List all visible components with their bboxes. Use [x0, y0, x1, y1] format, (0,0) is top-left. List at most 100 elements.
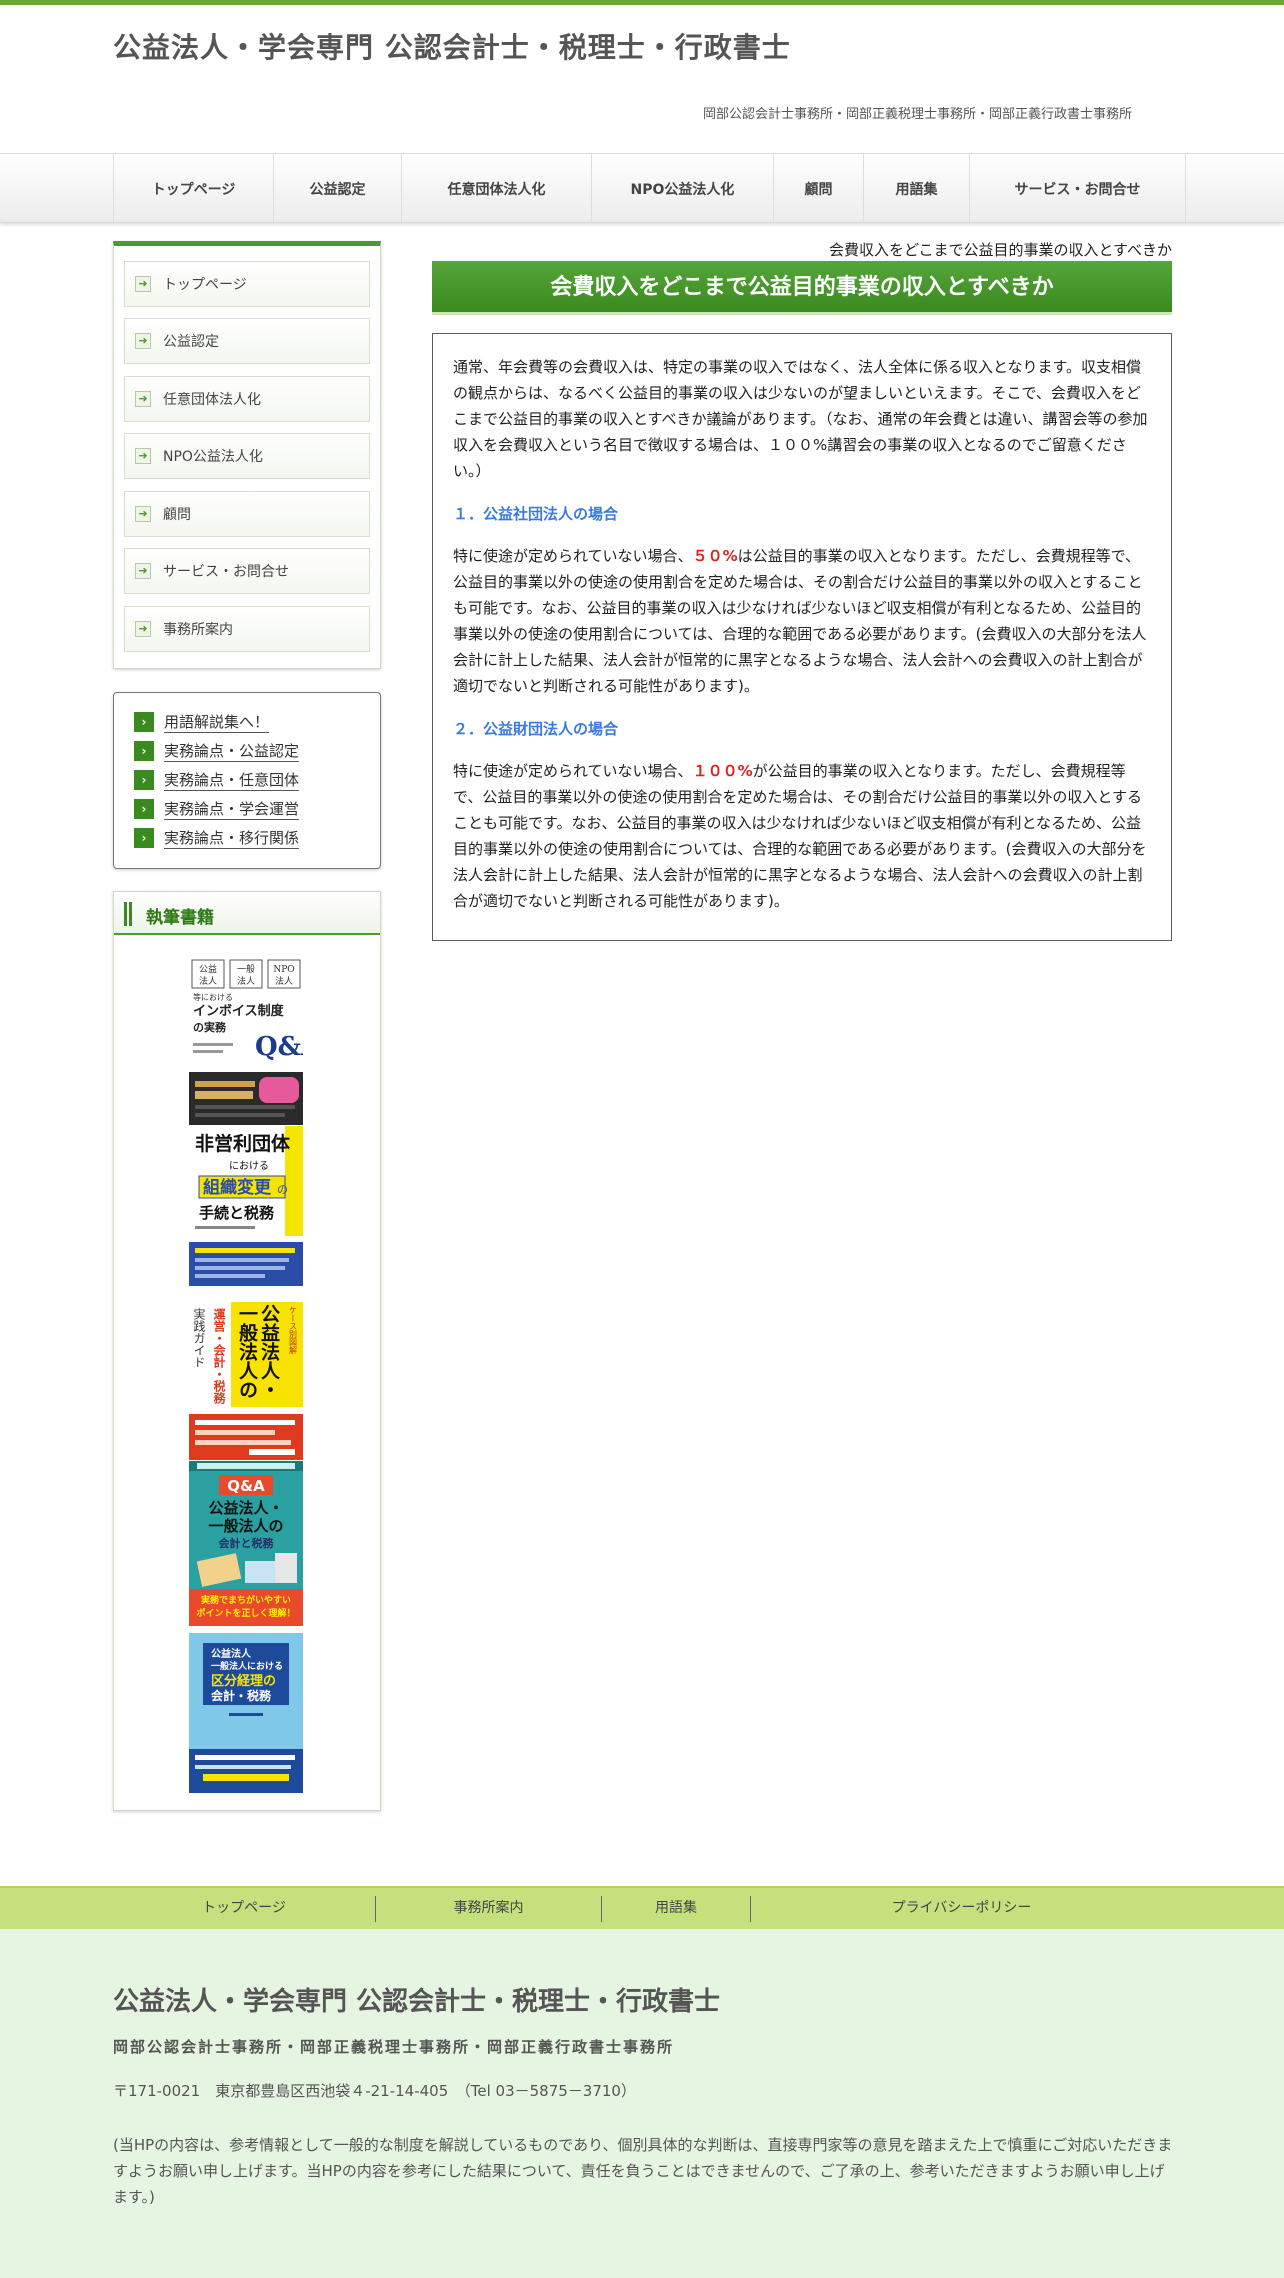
side-link-label: 実務論点・公益認定	[164, 742, 300, 762]
side-link-label: 実務論点・移行関係	[164, 829, 300, 849]
chevron-right-icon: ›	[134, 828, 154, 848]
svg-text:会計と税務: 会計と税務	[219, 1536, 275, 1550]
section-text: 特に使途が定められていない場合、	[453, 762, 693, 780]
percent-highlight: ５０%	[692, 547, 738, 565]
svg-text:運営・会計・税務: 運営・会計・税務	[212, 1308, 226, 1405]
chevron-right-icon: ›	[134, 741, 154, 761]
side-link-nini-dantai[interactable]: › 実務論点・任意団体	[134, 769, 300, 791]
side-link-koueki-nintei[interactable]: › 実務論点・公益認定	[134, 740, 300, 762]
side-link-label: 実務論点・任意団体	[164, 771, 300, 791]
side-menu-label: トップページ	[163, 277, 247, 293]
breadcrumb: 会費収入をどこまで公益目的事業の収入とすべきか	[828, 241, 1172, 259]
svg-text:Q&A: Q&A	[255, 1032, 303, 1062]
svg-text:公益法人・: 公益法人・	[258, 1304, 280, 1399]
svg-text:会計・税務: 会計・税務	[211, 1688, 272, 1703]
arrow-right-icon: ➜	[135, 276, 151, 292]
gnav-item-top[interactable]: トップページ	[114, 154, 274, 224]
side-menu-item-top[interactable]: ➜ トップページ	[124, 261, 370, 307]
side-link-label: 用語解説集へ！	[164, 713, 270, 733]
side-menu-item-nini-dantai[interactable]: ➜ 任意団体法人化	[124, 376, 370, 422]
svg-text:一般: 一般	[237, 963, 255, 975]
svg-text:ポイントを正しく理解！: ポイントを正しく理解！	[196, 1607, 295, 1619]
books-heading: 執筆書籍	[146, 908, 214, 928]
article-intro: 通常、年会費等の会費収入は、特定の事業の収入ではなく、法人全体に係る収入となりま…	[453, 358, 1148, 480]
gnav-item-npo[interactable]: NPO公益法人化	[592, 154, 774, 224]
side-link-list: › 用語解説集へ！ › 実務論点・公益認定 › 実務論点・任意団体 › 実務論点・学会運…	[113, 692, 381, 869]
svg-text:一般法人の: 一般法人の	[236, 1304, 258, 1399]
book-cover-soshiki-henkou[interactable]: 非営利団体 における 組織変更 の 手続と税務	[189, 1126, 303, 1286]
books-panel-header: 執筆書籍	[114, 892, 380, 935]
book-cover-kubun-keiri[interactable]: 公益法人 一般法人における 区分経理の 会計・税務	[189, 1633, 303, 1793]
footer-nav-top[interactable]: トップページ	[113, 1888, 375, 1929]
footer-title: 公益法人・学会専門 公認会計士・税理士・行政書士	[113, 1987, 721, 2017]
side-menu-item-office[interactable]: ➜ 事務所案内	[124, 606, 370, 652]
svg-text:組織変更: 組織変更	[203, 1177, 272, 1198]
heading-bar-icon	[124, 902, 132, 926]
gnav-item-yougoshu[interactable]: 用語集	[864, 154, 970, 224]
svg-text:インボイス制度: インボイス制度	[193, 1003, 285, 1019]
gnav-item-service[interactable]: サービス・お問合せ	[970, 154, 1186, 224]
svg-text:における: における	[229, 1160, 269, 1172]
svg-text:公益法人: 公益法人	[211, 1647, 252, 1660]
percent-highlight: １００%	[692, 762, 753, 780]
side-menu-item-koueki-nintei[interactable]: ➜ 公益認定	[124, 318, 370, 364]
svg-text:等における: 等における	[193, 992, 233, 1002]
svg-text:一般法人における: 一般法人における	[211, 1660, 283, 1672]
book-cover-unei-kaikei[interactable]: ケース別図解 公益法人・ 一般法人の 運営・会計・税務 実践ガイド	[189, 1302, 303, 1460]
book-cover-invoice[interactable]: 公益 法人 一般 法人 NPO 法人 等における インボイス制度 の実務 Q&A	[189, 957, 303, 1125]
footer-nav-office[interactable]: 事務所案内	[376, 1888, 601, 1929]
arrow-right-icon: ➜	[135, 333, 151, 349]
site-title[interactable]: 公益法人・学会専門 公認会計士・税理士・行政書士	[113, 26, 791, 66]
section-heading-zaidan: ２．公益財団法人の場合	[453, 720, 619, 738]
side-link-label: 実務論点・学会運営	[164, 800, 300, 820]
svg-text:非営利団体: 非営利団体	[195, 1132, 291, 1155]
side-menu-item-service[interactable]: ➜ サービス・お問合せ	[124, 548, 370, 594]
side-menu-label: 事務所案内	[163, 622, 233, 638]
side-menu-item-komon[interactable]: ➜ 顧問	[124, 491, 370, 537]
site-subtitle: 岡部公認会計士事務所・岡部正義税理士事務所・岡部正義行政書士事務所	[702, 107, 1132, 122]
svg-text:公益法人・: 公益法人・	[208, 1499, 283, 1517]
side-menu: ➜ トップページ ➜ 公益認定 ➜ 任意団体法人化 ➜ NPO公益法人化 ➜ 顧問 ➜ サー…	[113, 241, 381, 669]
side-menu-item-npo[interactable]: ➜ NPO公益法人化	[124, 433, 370, 479]
svg-text:公益: 公益	[199, 963, 217, 975]
side-menu-label: NPO公益法人化	[163, 449, 263, 465]
gnav-item-komon[interactable]: 顧問	[774, 154, 864, 224]
gnav-item-koueki-nintei[interactable]: 公益認定	[274, 154, 402, 224]
svg-text:ケース別図解: ケース別図解	[289, 1306, 298, 1355]
section-body-shadan: 特に使途が定められていない場合、５０%は公益目的事業の収入となります。ただし、会…	[453, 543, 1151, 699]
page-title: 会費収入をどこまで公益目的事業の収入とすべきか	[432, 261, 1172, 315]
arrow-right-icon: ➜	[135, 391, 151, 407]
svg-text:の: の	[277, 1183, 288, 1196]
side-menu-label: サービス・お問合せ	[163, 564, 289, 580]
section-heading-shadan: １．公益社団法人の場合	[453, 505, 619, 523]
svg-text:実践ガイド: 実践ガイド	[192, 1307, 206, 1368]
section-text: が公益目的事業の収入となります。ただし、会費規程等で、公益目的事業以外の使途の使…	[453, 762, 1147, 910]
arrow-right-icon: ➜	[135, 506, 151, 522]
footer-office-names: 岡部公認会計士事務所・岡部正義税理士事務所・岡部正義行政書士事務所	[113, 2038, 675, 2056]
footer-nav-privacy[interactable]: プライバシーポリシー	[751, 1888, 1172, 1929]
top-accent-bar	[0, 0, 1284, 5]
section-text: 特に使途が定められていない場合、	[453, 547, 693, 565]
side-menu-label: 任意団体法人化	[163, 392, 261, 408]
footer-nav-glossary[interactable]: 用語集	[602, 1888, 750, 1929]
footer-address: 〒171-0021 東京都豊島区西池袋４-21-14-405 （Tel 03－5…	[113, 2082, 636, 2100]
global-nav: トップページ 公益認定 任意団体法人化 NPO公益法人化 顧問 用語集 サービス…	[0, 153, 1284, 224]
books-panel: 執筆書籍 公益 法人 一般 法人 NPO 法人 等における インボイス制度 の実…	[113, 891, 381, 1811]
side-link-gakkai[interactable]: › 実務論点・学会運営	[134, 798, 300, 820]
arrow-right-icon: ➜	[135, 563, 151, 579]
book-cover-qa-kaikei[interactable]: Q&A 公益法人・ 一般法人の 会計と税務 実務でまちがいやすい ポイントを正し…	[189, 1461, 303, 1626]
arrow-right-icon: ➜	[135, 448, 151, 464]
svg-text:法人: 法人	[275, 975, 293, 987]
side-link-ikou[interactable]: › 実務論点・移行関係	[134, 827, 300, 849]
svg-text:Q&A: Q&A	[227, 1477, 265, 1495]
side-link-glossary[interactable]: › 用語解説集へ！	[134, 711, 270, 733]
footer-nav: トップページ 事務所案内 用語集 プライバシーポリシー	[0, 1886, 1284, 1929]
svg-text:法人: 法人	[237, 975, 255, 987]
gnav-item-nini-dantai[interactable]: 任意団体法人化	[402, 154, 592, 224]
side-menu-label: 公益認定	[163, 334, 219, 350]
svg-text:一般法人の: 一般法人の	[208, 1517, 283, 1535]
svg-text:の実務: の実務	[193, 1020, 227, 1034]
svg-text:実務でまちがいやすい: 実務でまちがいやすい	[201, 1594, 291, 1606]
footer: 公益法人・学会専門 公認会計士・税理士・行政書士 岡部公認会計士事務所・岡部正義…	[0, 1929, 1284, 2278]
chevron-right-icon: ›	[134, 712, 154, 732]
